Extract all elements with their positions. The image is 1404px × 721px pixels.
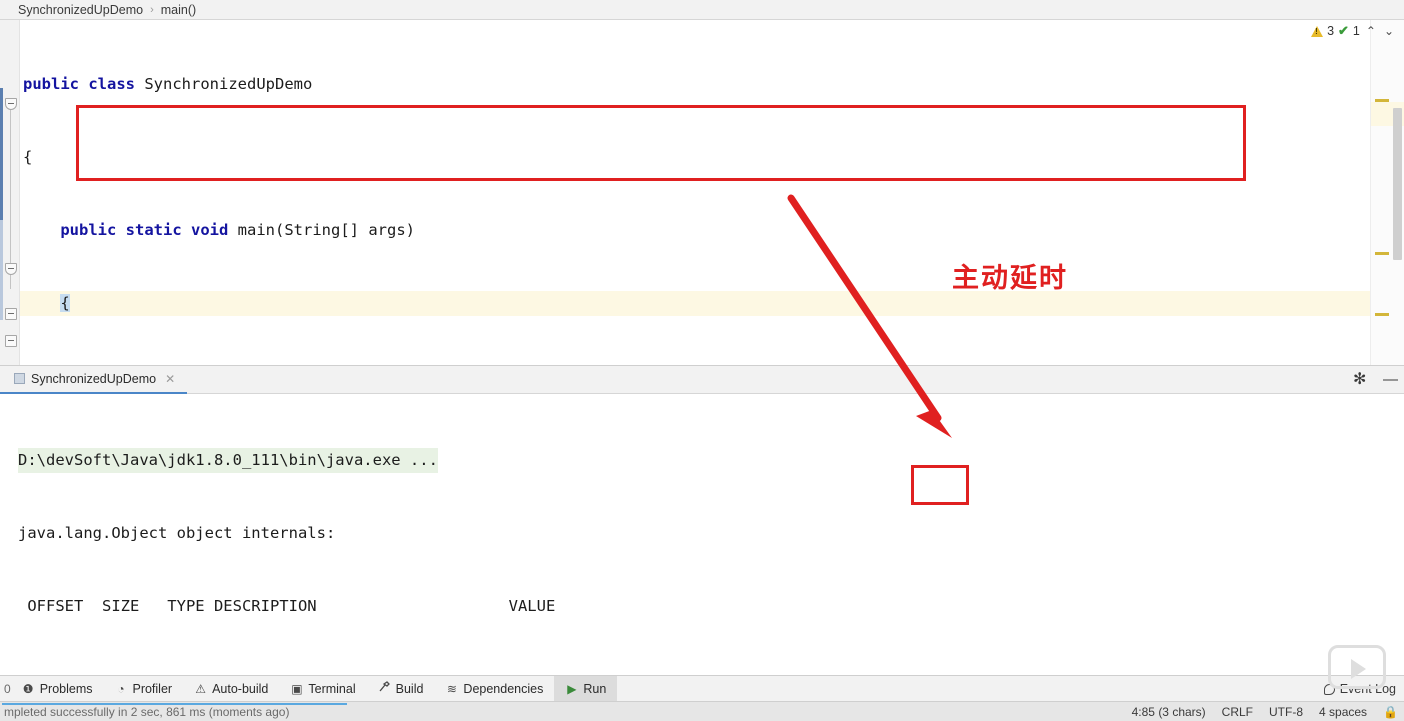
kw-public-2: public <box>60 221 117 240</box>
auto-build-icon: ⚠ <box>195 681 206 696</box>
brace-open-method: { <box>60 294 70 313</box>
build-status-message: mpleted successfully in 2 sec, 861 ms (m… <box>4 704 290 719</box>
next-problem-icon[interactable]: ⌄ <box>1382 24 1396 38</box>
breadcrumb-item-class[interactable]: SynchronizedUpDemo <box>18 3 143 17</box>
fold-marker-sync[interactable] <box>5 263 17 275</box>
warning-marker-2[interactable] <box>1375 252 1389 255</box>
minimize-icon[interactable]: — <box>1383 372 1398 387</box>
ide-window: SynchronizedUpDemo › main() public class… <box>0 0 1404 721</box>
tool-window-label: Dependencies <box>463 681 544 696</box>
dependencies-icon: ≋ <box>446 681 457 696</box>
tool-window-more-icon[interactable]: 0 <box>0 682 11 696</box>
warning-marker-3[interactable] <box>1375 313 1389 316</box>
run-tab-bar: SynchronizedUpDemo ✕ — <box>0 365 1404 394</box>
terminal-icon: ▣ <box>291 681 303 696</box>
method-signature: main(String[] args) <box>228 221 415 240</box>
close-icon[interactable]: ✕ <box>165 372 175 386</box>
tool-window-label: Terminal <box>308 681 356 696</box>
editor-left-gutter[interactable] <box>0 20 20 365</box>
file-encoding[interactable]: UTF-8 <box>1269 705 1303 719</box>
vcs-change-stripe <box>0 20 3 365</box>
editor-scrollbar-thumb[interactable] <box>1393 108 1402 260</box>
tool-window-label: Profiler <box>132 681 173 696</box>
gear-icon[interactable] <box>1353 369 1369 389</box>
run-tab-label: SynchronizedUpDemo <box>31 371 157 386</box>
tool-window-auto-build[interactable]: ⚠ Auto-build <box>183 676 279 702</box>
kw-void: void <box>191 221 229 240</box>
code-line-3: public static void main(String[] args) <box>20 218 1370 242</box>
kw-static: static <box>125 221 182 240</box>
annotation-text-delay: 主动延时 <box>952 263 1068 294</box>
kw-class: class <box>88 74 136 93</box>
play-watermark-icon <box>1328 645 1386 689</box>
breadcrumb-item-method[interactable]: main() <box>161 3 196 17</box>
warning-triangle-icon <box>1311 25 1324 37</box>
caret-position[interactable]: 4:85 (3 chars) <box>1132 705 1206 719</box>
tool-window-label: Build <box>395 681 424 696</box>
warning-marker-1[interactable] <box>1375 99 1389 102</box>
breadcrumb: SynchronizedUpDemo › main() <box>0 0 1404 20</box>
run-tool-window: SynchronizedUpDemo ✕ — D:\devSoft\Java\j… <box>0 365 1404 712</box>
tool-window-label: Run <box>583 681 607 696</box>
table-header-left: OFFSET SIZE TYPE DESCRIPTION <box>18 596 317 615</box>
status-bar-right: 4:85 (3 chars) CRLF UTF-8 4 spaces 🔒 <box>1132 702 1398 721</box>
code-content[interactable]: public class SynchronizedUpDemo { public… <box>20 20 1370 605</box>
check-mark-icon: ✔ <box>1338 23 1349 38</box>
code-line-4: { <box>20 291 1370 316</box>
fold-marker-class[interactable] <box>5 335 17 347</box>
code-editor[interactable]: public class SynchronizedUpDemo { public… <box>0 20 1404 605</box>
fold-marker-inner[interactable] <box>5 308 17 320</box>
fold-marker-method[interactable] <box>5 98 17 110</box>
fold-connector <box>10 104 11 289</box>
editor-right-gutter[interactable] <box>1370 20 1404 365</box>
warning-count: 3 <box>1327 24 1335 38</box>
tool-window-label: Problems <box>39 681 93 696</box>
tool-window-build[interactable]: Build <box>367 676 435 702</box>
console-line-command: D:\devSoft\Java\jdk1.8.0_111\bin\java.ex… <box>18 448 1404 473</box>
prev-problem-icon[interactable]: ⌃ <box>1364 24 1378 38</box>
tool-window-dependencies[interactable]: ≋ Dependencies <box>434 676 554 702</box>
table-header-value: VALUE <box>508 596 556 615</box>
brace-open-class: { <box>23 148 33 167</box>
run-tab-synchronizedupdemo[interactable]: SynchronizedUpDemo ✕ <box>0 365 188 394</box>
console-line-internals: java.lang.Object object internals: <box>18 524 336 543</box>
run-config-icon <box>14 373 25 384</box>
tool-window-terminal[interactable]: ▣ Terminal <box>279 676 366 702</box>
indent-setting[interactable]: 4 spaces <box>1319 705 1367 719</box>
class-name: SynchronizedUpDemo <box>135 74 313 93</box>
tool-window-problems[interactable]: ❶ Problems <box>11 676 104 702</box>
ok-count: 1 <box>1352 24 1360 38</box>
tool-window-bar: 0 ❶ Problems ◔ Profiler ⚠ Auto-build ▣ T… <box>0 675 1404 702</box>
build-icon <box>378 681 391 696</box>
console-output[interactable]: D:\devSoft\Java\jdk1.8.0_111\bin\java.ex… <box>0 394 1404 721</box>
status-bar: mpleted successfully in 2 sec, 861 ms (m… <box>0 701 1404 721</box>
code-line-1: public class SynchronizedUpDemo <box>20 72 1370 96</box>
profiler-icon: ◔ <box>117 681 125 696</box>
lock-icon[interactable]: 🔒 <box>1383 705 1398 719</box>
inspection-widget[interactable]: 3 ✔ 1 ⌃ ⌄ <box>1311 23 1396 39</box>
tool-window-profiler[interactable]: ◔ Profiler <box>103 676 183 702</box>
console-line-header: OFFSET SIZE TYPE DESCRIPTION VALUE <box>18 594 1404 618</box>
code-line-2: { <box>20 145 1370 169</box>
breadcrumb-separator: › <box>150 3 154 16</box>
tool-window-run[interactable]: ▶ Run <box>554 675 618 702</box>
problems-icon: ❶ <box>22 681 34 696</box>
run-icon: ▶ <box>567 681 577 696</box>
tool-window-label: Auto-build <box>212 681 269 696</box>
kw-public: public <box>23 74 79 93</box>
run-panel-tools: — <box>1353 366 1398 394</box>
line-separator[interactable]: CRLF <box>1222 705 1253 719</box>
java-command-line: D:\devSoft\Java\jdk1.8.0_111\bin\java.ex… <box>18 448 438 473</box>
